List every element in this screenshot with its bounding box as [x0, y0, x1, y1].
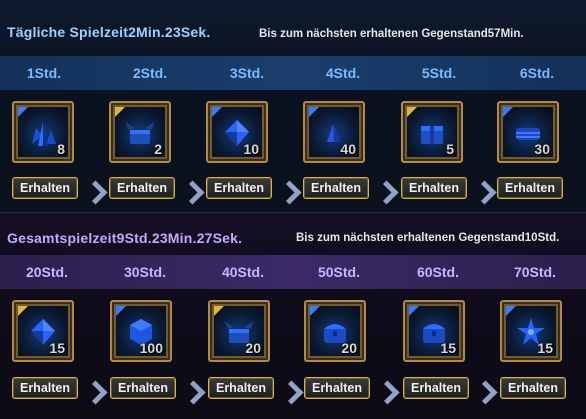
total-claim-button-2[interactable]: Erhalten [110, 377, 176, 399]
blue-box-icon [421, 126, 443, 145]
total-time-label-3: 40Std. [221, 264, 264, 280]
total-next-item-info: Bis zum nächsten erhaltenen Gegenstand10… [296, 232, 560, 244]
total-time-label-5: 60Std. [416, 264, 459, 280]
total-reward-qty-1: 15 [49, 340, 65, 356]
daily-time-band: 1Std. 2Std. 3Std. 4Std. 5Std. 6Std. [0, 56, 586, 90]
total-claim-button-3[interactable]: Erhalten [208, 377, 274, 399]
total-reward-slot-6[interactable]: 15 [500, 300, 562, 362]
daily-time-label-1: 1Std. [26, 65, 62, 81]
daily-playtime-panel: Tägliche Spielzeit2Min.23Sek. Bis zum nä… [0, 0, 586, 213]
daily-reward-qty-3: 10 [243, 141, 259, 157]
total-reward-slot-5[interactable]: 15 [403, 300, 465, 362]
daily-reward-slot-5[interactable]: 5 [401, 101, 463, 163]
total-reward-slot-1[interactable]: 15 [12, 300, 74, 362]
daily-claim-button-3[interactable]: Erhalten [206, 177, 272, 199]
total-time-label-6: 70Std. [513, 264, 556, 280]
total-playtime-title: Gesamtspielzeit9Std.23Min.27Sek. [7, 230, 243, 246]
daily-time-label-4: 4Std. [325, 65, 361, 81]
daily-reward-slot-1[interactable]: 8 [12, 101, 74, 163]
daily-claim-button-6[interactable]: Erhalten [497, 177, 563, 199]
total-reward-qty-5: 15 [440, 340, 456, 356]
daily-playtime-title: Tägliche Spielzeit2Min.23Sek. [7, 24, 211, 40]
daily-time-label-2: 2Std. [132, 65, 168, 81]
daily-reward-qty-6: 30 [534, 141, 550, 157]
daily-time-label-3: 3Std. [229, 65, 265, 81]
daily-reward-slot-3[interactable]: 10 [206, 101, 268, 163]
daily-reward-slot-2[interactable]: 2 [109, 101, 171, 163]
total-time-label-4: 50Std. [317, 264, 360, 280]
total-reward-qty-2: 100 [139, 340, 163, 356]
daily-claim-button-1[interactable]: Erhalten [12, 177, 78, 199]
daily-header: Tägliche Spielzeit2Min.23Sek. Bis zum nä… [0, 0, 586, 46]
total-playtime-panel: Gesamtspielzeit9Std.23Min.27Sek. Bis zum… [0, 213, 586, 419]
daily-claim-button-4[interactable]: Erhalten [303, 177, 369, 199]
total-reward-qty-3: 20 [245, 340, 261, 356]
total-reward-qty-4: 20 [341, 340, 357, 356]
total-reward-slot-2[interactable]: 100 [110, 300, 172, 362]
daily-reward-slot-4[interactable]: 40 [303, 101, 365, 163]
daily-reward-qty-5: 5 [446, 141, 454, 157]
treasure-chest-wings-icon [125, 122, 155, 145]
daily-time-label-5: 5Std. [421, 65, 457, 81]
daily-reward-slot-6[interactable]: 30 [497, 101, 559, 163]
total-reward-slot-3[interactable]: 20 [208, 300, 270, 362]
total-claim-button-1[interactable]: Erhalten [12, 377, 78, 399]
daily-next-item-info: Bis zum nächsten erhaltenen Gegenstand57… [259, 28, 524, 40]
total-time-label-1: 20Std. [25, 264, 68, 280]
total-time-band: 20Std. 30Std. 40Std. 50Std. 60Std. 70Std… [0, 255, 586, 289]
total-claim-button-5[interactable]: Erhalten [403, 377, 469, 399]
blue-crystal-cluster-icon [32, 122, 56, 147]
daily-claim-button-5[interactable]: Erhalten [401, 177, 467, 199]
daily-time-label-6: 6Std. [519, 65, 555, 81]
daily-reward-qty-4: 40 [340, 141, 356, 157]
daily-reward-qty-2: 2 [154, 141, 162, 157]
daily-reward-qty-1: 8 [57, 141, 65, 157]
total-claim-button-4[interactable]: Erhalten [304, 377, 370, 399]
total-reward-qty-6: 15 [537, 340, 553, 356]
total-header: Gesamtspielzeit9Std.23Min.27Sek. Bis zum… [0, 213, 586, 259]
total-reward-slot-4[interactable]: 20 [304, 300, 366, 362]
daily-claim-button-2[interactable]: Erhalten [109, 177, 175, 199]
total-claim-button-6[interactable]: Erhalten [500, 377, 566, 399]
total-time-label-2: 30Std. [123, 264, 166, 280]
